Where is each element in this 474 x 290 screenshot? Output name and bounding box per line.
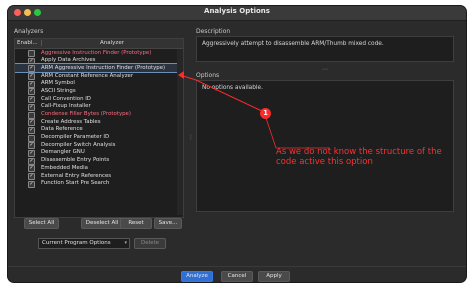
analyzer-name: ARM Aggressive Instruction Finder (Proto… bbox=[41, 64, 166, 71]
analyzer-row[interactable]: ✓ Data Reference bbox=[15, 126, 183, 134]
analyzer-row[interactable]: ✓ ARM Aggressive Instruction Finder (Prot… bbox=[15, 63, 183, 74]
analyzer-name: Demangler GNU bbox=[41, 149, 85, 156]
analysis-options-window: Analysis Options Analyzers Enabl... Anal… bbox=[8, 6, 466, 282]
analyzer-row[interactable]: ✓ Embedded Media bbox=[15, 164, 183, 173]
enabled-column-header[interactable]: Enabl... bbox=[17, 40, 39, 46]
analyzer-name: ARM Constant Reference Analyzer bbox=[41, 72, 134, 79]
analyzer-row[interactable]: ✓ Disassemble Entry Points bbox=[15, 157, 183, 165]
select-all-button[interactable]: Select All bbox=[24, 218, 59, 229]
analyzer-row[interactable]: ✓ ASCII Strings bbox=[15, 87, 183, 96]
annotation-marker: 1 bbox=[260, 108, 271, 119]
analyzer-row[interactable]: ✓ External Entry References bbox=[15, 172, 183, 180]
analyzer-name: Decompiler Switch Analysis bbox=[41, 141, 116, 148]
apply-button[interactable]: Apply bbox=[258, 271, 290, 282]
analyzer-row[interactable]: ✓ Demangler GNU bbox=[15, 149, 183, 157]
analyzer-row[interactable]: ✓ ARM Symbol bbox=[15, 80, 183, 88]
analyzer-name: Function Start Pre Search bbox=[41, 180, 110, 187]
reset-button[interactable]: Reset bbox=[120, 218, 152, 229]
analyzer-row[interactable]: ✓ Function Start Pre Search bbox=[15, 180, 183, 188]
analyzer-row[interactable]: ✓ ARM Constant Reference Analyzer bbox=[15, 72, 183, 81]
analyzer-row[interactable]: Decompiler Parameter ID bbox=[15, 134, 183, 142]
analyzer-name: Disassemble Entry Points bbox=[41, 157, 110, 164]
description-label: Description bbox=[196, 28, 231, 35]
analyzer-name: Embedded Media bbox=[41, 164, 88, 171]
analyzer-name: Create Address Tables bbox=[41, 118, 101, 125]
analyzer-row[interactable]: Aggressive Instruction Finder (Prototype… bbox=[15, 49, 183, 57]
analyzer-name: Apply Data Archives bbox=[41, 57, 96, 64]
window-title: Analysis Options bbox=[204, 7, 270, 15]
deselect-all-button[interactable]: Deselect All bbox=[81, 218, 123, 229]
title-bar: Analysis Options bbox=[8, 6, 466, 21]
analyzer-name: External Entry References bbox=[41, 172, 112, 179]
enabled-checkbox[interactable]: ✓ bbox=[28, 180, 35, 188]
vertical-splitter-grip[interactable]: ⋮ bbox=[188, 134, 194, 141]
analyzer-name: ARM Symbol bbox=[41, 80, 75, 87]
analyzer-rows: Aggressive Instruction Finder (Prototype… bbox=[15, 49, 183, 188]
analyzer-row[interactable]: ✓ Decompiler Switch Analysis bbox=[15, 141, 183, 150]
analyzer-name: ASCII Strings bbox=[41, 87, 76, 94]
dialog-button-bar: Analyze Cancel Apply bbox=[8, 266, 466, 282]
cancel-button[interactable]: Cancel bbox=[221, 271, 253, 282]
annotation-text: As we do not know the structure of the c… bbox=[276, 147, 442, 167]
horizontal-splitter-grip[interactable]: ⋯ bbox=[322, 66, 328, 73]
table-scrollbar[interactable] bbox=[177, 49, 183, 215]
analyzer-name: Decompiler Parameter ID bbox=[41, 134, 110, 141]
analyzer-row[interactable]: ✓ Call-Fixup Installer bbox=[15, 103, 183, 111]
profile-selected-value: Current Program Options bbox=[42, 240, 111, 246]
analyzer-name: Condense Filler Bytes (Prototype) bbox=[41, 111, 131, 117]
save-button[interactable]: Save... bbox=[154, 218, 182, 229]
options-label: Options bbox=[196, 72, 220, 79]
analyzer-row[interactable]: Condense Filler Bytes (Prototype) bbox=[15, 111, 183, 119]
profile-select[interactable]: Current Program Options ▾ bbox=[38, 238, 130, 249]
analyzers-label: Analyzers bbox=[14, 28, 44, 35]
analyzers-table: Enabl... Analyzer Aggressive Instruction… bbox=[14, 38, 184, 218]
description-text: Aggressively attempt to disassemble ARM/… bbox=[196, 36, 454, 62]
analyze-button[interactable]: Analyze bbox=[181, 271, 213, 282]
chevron-down-icon: ▾ bbox=[124, 240, 127, 246]
analyzer-row[interactable]: ✓ Call Convention ID bbox=[15, 95, 183, 104]
no-options-text: No options available. bbox=[202, 85, 263, 91]
table-header: Enabl... Analyzer bbox=[15, 39, 183, 49]
analyzer-row[interactable]: ✓ Create Address Tables bbox=[15, 118, 183, 127]
analyzer-row[interactable]: ✓ Apply Data Archives bbox=[15, 57, 183, 65]
analyzer-name: Data Reference bbox=[41, 126, 83, 133]
options-panel: No options available. bbox=[196, 80, 454, 212]
analyzer-name: Call-Fixup Installer bbox=[41, 103, 91, 110]
analyzer-name: Aggressive Instruction Finder (Prototype… bbox=[41, 49, 152, 56]
delete-button[interactable]: Delete bbox=[134, 238, 166, 249]
analyzer-column-header[interactable]: Analyzer bbox=[41, 40, 182, 46]
analyzer-name: Call Convention ID bbox=[41, 95, 91, 102]
